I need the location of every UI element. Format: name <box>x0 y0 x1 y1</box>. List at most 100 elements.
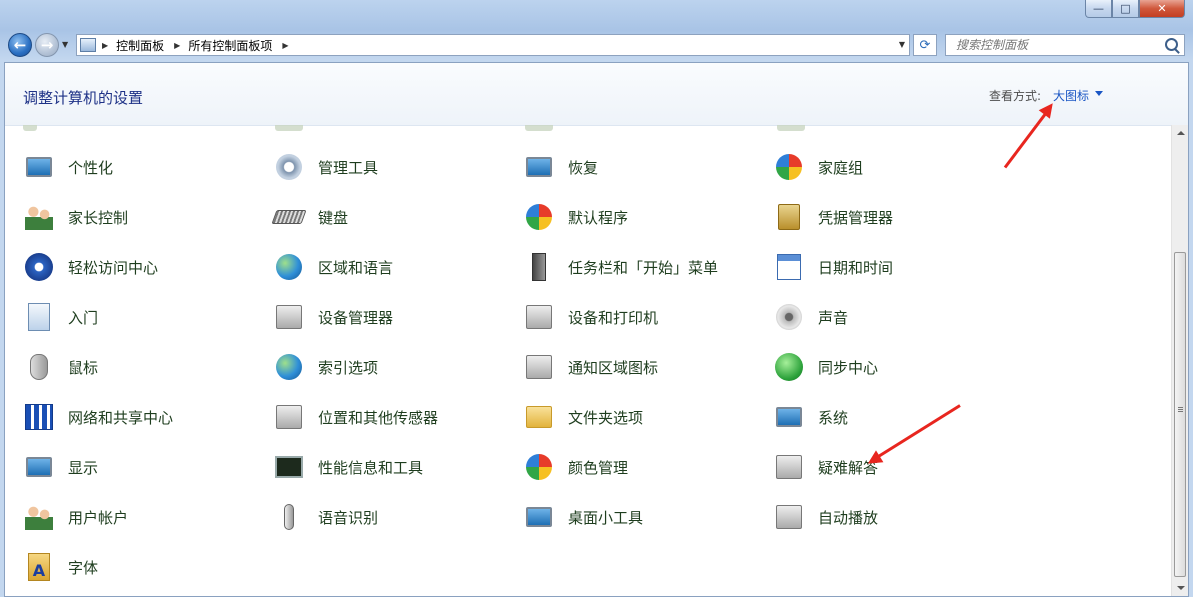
window-frame: — □ ✕ ← → ▼ ▶ 控制面板 ▶ 所有控制面板项 ▶ ▼ ⟳ 调整计算机… <box>0 0 1193 597</box>
control-panel-item[interactable]: 设备管理器 <box>273 299 393 335</box>
control-panel-item[interactable]: 性能信息和工具 <box>273 449 423 485</box>
grip-icon <box>1178 407 1183 413</box>
control-panel-item[interactable]: 轻松访问中心 <box>23 249 158 285</box>
close-button[interactable]: ✕ <box>1139 0 1185 18</box>
partial-item-icon[interactable] <box>275 125 303 131</box>
control-panel-item-label[interactable]: 桌面小工具 <box>568 507 643 528</box>
keyboard-icon <box>271 201 307 233</box>
control-panel-item[interactable]: 用户帐户 <box>23 499 128 535</box>
refresh-button[interactable]: ⟳ <box>913 34 937 56</box>
taskbar-icon <box>523 251 555 283</box>
search-box[interactable] <box>945 34 1185 56</box>
control-panel-item-label[interactable]: 任务栏和「开始」菜单 <box>568 257 718 278</box>
control-panel-item[interactable]: 位置和其他传感器 <box>273 399 438 435</box>
control-panel-item[interactable]: 语音识别 <box>273 499 378 535</box>
control-panel-item[interactable]: 颜色管理 <box>523 449 628 485</box>
control-panel-item[interactable]: 索引选项 <box>273 349 378 385</box>
control-panel-item[interactable]: 入门 <box>23 299 98 335</box>
history-dropdown-icon[interactable]: ▼ <box>62 40 68 49</box>
control-panel-item-label[interactable]: 颜色管理 <box>568 457 628 478</box>
breadcrumb-separator-icon[interactable]: ▶ <box>174 41 180 50</box>
control-panel-item-label[interactable]: 凭据管理器 <box>818 207 893 228</box>
control-panel-item-label[interactable]: 文件夹选项 <box>568 407 643 428</box>
scroll-thumb[interactable] <box>1174 252 1186 577</box>
control-panel-item-label[interactable]: 系统 <box>818 407 848 428</box>
control-panel-item[interactable]: 家庭组 <box>773 149 863 185</box>
control-panel-item[interactable]: 区域和语言 <box>273 249 393 285</box>
control-panel-item-label[interactable]: 设备和打印机 <box>568 307 658 328</box>
control-panel-item-label[interactable]: 鼠标 <box>68 357 98 378</box>
control-panel-item-label[interactable]: 键盘 <box>318 207 348 228</box>
control-panel-item[interactable]: 自动播放 <box>773 499 878 535</box>
control-panel-item[interactable]: 同步中心 <box>773 349 878 385</box>
control-panel-item-label[interactable]: 网络和共享中心 <box>68 407 173 428</box>
control-panel-item-label[interactable]: 管理工具 <box>318 157 378 178</box>
control-panel-item-label[interactable]: 家庭组 <box>818 157 863 178</box>
network-sharing-icon-shape <box>25 404 53 430</box>
scroll-down-icon[interactable] <box>1177 586 1185 590</box>
control-panel-item-label[interactable]: 自动播放 <box>818 507 878 528</box>
scroll-up-icon[interactable] <box>1177 131 1185 135</box>
control-panel-item-label[interactable]: 性能信息和工具 <box>318 457 423 478</box>
getting-started-icon <box>23 301 55 333</box>
control-panel-item-label[interactable]: 默认程序 <box>568 207 628 228</box>
vertical-scrollbar[interactable] <box>1171 125 1188 596</box>
partial-item-icon[interactable] <box>23 125 37 131</box>
control-panel-item-label[interactable]: 位置和其他传感器 <box>318 407 438 428</box>
control-panel-item[interactable]: 鼠标 <box>23 349 98 385</box>
control-panel-item[interactable]: 键盘 <box>271 199 348 235</box>
chevron-down-icon[interactable] <box>1095 91 1103 96</box>
control-panel-item[interactable]: 家长控制 <box>23 199 128 235</box>
control-panel-item-label[interactable]: 恢复 <box>568 157 598 178</box>
partial-item-icon[interactable] <box>777 125 805 131</box>
control-panel-item[interactable]: 恢复 <box>523 149 598 185</box>
breadcrumb-separator-icon[interactable]: ▶ <box>102 41 108 50</box>
control-panel-item-label[interactable]: 个性化 <box>68 157 113 178</box>
control-panel-item[interactable]: A 字体 <box>23 549 98 585</box>
control-panel-item-label[interactable]: 区域和语言 <box>318 257 393 278</box>
control-panel-item-label[interactable]: 语音识别 <box>318 507 378 528</box>
control-panel-item-label[interactable]: 同步中心 <box>818 357 878 378</box>
search-input[interactable] <box>954 37 1168 53</box>
control-panel-item-label[interactable]: 轻松访问中心 <box>68 257 158 278</box>
control-panel-item[interactable]: 网络和共享中心 <box>23 399 173 435</box>
breadcrumb-separator-icon[interactable]: ▶ <box>282 41 288 50</box>
control-panel-item-label[interactable]: 设备管理器 <box>318 307 393 328</box>
control-panel-item[interactable]: 日期和时间 <box>773 249 893 285</box>
control-panel-item-label[interactable]: 字体 <box>68 557 98 578</box>
breadcrumb-control-panel[interactable]: 控制面板 <box>116 37 164 54</box>
control-panel-item[interactable]: 凭据管理器 <box>773 199 893 235</box>
control-panel-item[interactable]: 默认程序 <box>523 199 628 235</box>
control-panel-item[interactable]: 系统 <box>773 399 848 435</box>
control-panel-item[interactable]: 桌面小工具 <box>523 499 643 535</box>
forward-button[interactable]: → <box>35 33 59 57</box>
address-dropdown-icon[interactable]: ▼ <box>899 40 905 49</box>
admin-tools-icon <box>273 151 305 183</box>
control-panel-item[interactable]: 任务栏和「开始」菜单 <box>523 249 718 285</box>
control-panel-item[interactable]: 声音 <box>773 299 848 335</box>
control-panel-item-label[interactable]: 索引选项 <box>318 357 378 378</box>
search-icon[interactable] <box>1165 38 1178 51</box>
personalization-icon-shape <box>26 157 52 177</box>
control-panel-item[interactable]: 管理工具 <box>273 149 378 185</box>
control-panel-item[interactable]: 设备和打印机 <box>523 299 658 335</box>
view-by-dropdown[interactable]: 大图标 <box>1053 87 1089 104</box>
control-panel-item-label[interactable]: 家长控制 <box>68 207 128 228</box>
control-panel-item[interactable]: 通知区域图标 <box>523 349 658 385</box>
minimize-button[interactable]: — <box>1085 0 1112 18</box>
maximize-button[interactable]: □ <box>1112 0 1139 18</box>
control-panel-item-label[interactable]: 声音 <box>818 307 848 328</box>
control-panel-item-label[interactable]: 入门 <box>68 307 98 328</box>
breadcrumb-all-items[interactable]: 所有控制面板项 <box>188 37 272 54</box>
control-panel-item-label[interactable]: 用户帐户 <box>68 507 128 528</box>
control-panel-item-label[interactable]: 显示 <box>68 457 98 478</box>
control-panel-item[interactable]: 疑难解答 <box>773 449 878 485</box>
control-panel-item-label[interactable]: 日期和时间 <box>818 257 893 278</box>
back-button[interactable]: ← <box>8 33 32 57</box>
control-panel-item[interactable]: 个性化 <box>23 149 113 185</box>
control-panel-item[interactable]: 文件夹选项 <box>523 399 643 435</box>
control-panel-item-label[interactable]: 通知区域图标 <box>568 357 658 378</box>
partial-item-icon[interactable] <box>525 125 553 131</box>
address-bar[interactable]: ▶ 控制面板 ▶ 所有控制面板项 ▶ ▼ <box>76 34 910 56</box>
control-panel-item[interactable]: 显示 <box>23 449 98 485</box>
